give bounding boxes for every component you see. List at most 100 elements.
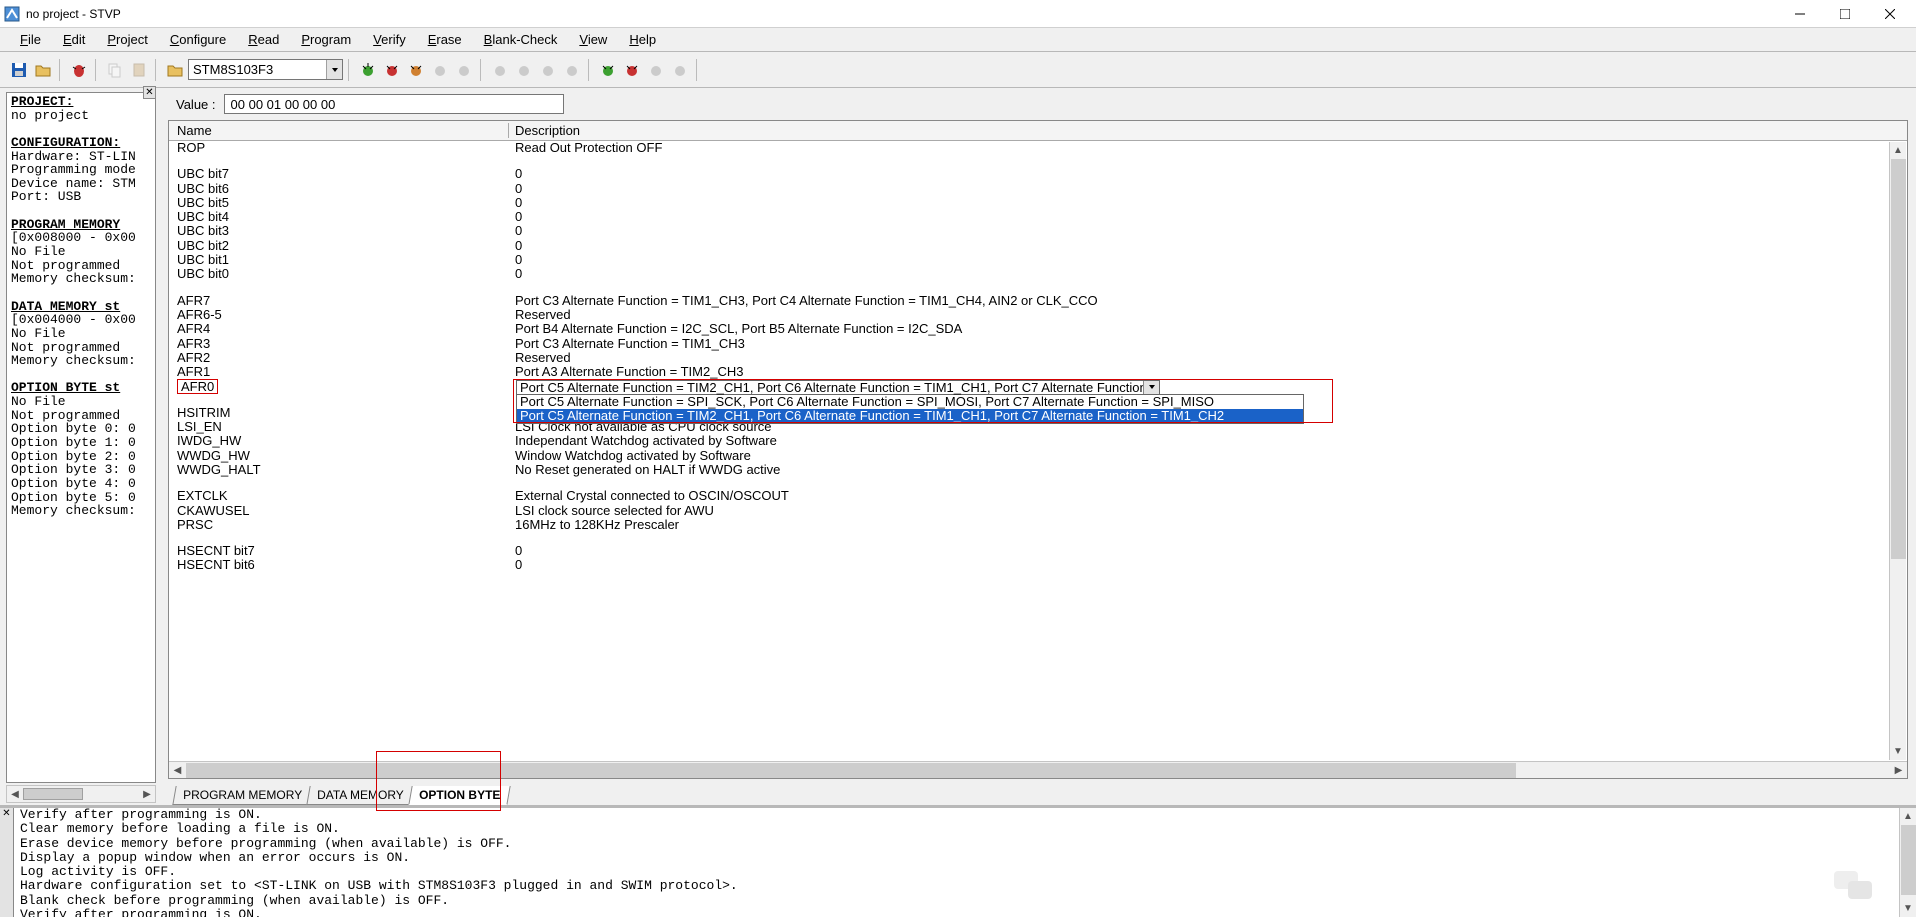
maximize-button[interactable] xyxy=(1822,0,1867,28)
device-select[interactable]: STM8S103F3 xyxy=(188,59,343,80)
memory-tabs: PROGRAM MEMORYDATA MEMORYOPTION BYTE xyxy=(168,781,1908,805)
menu-program[interactable]: Program xyxy=(291,30,361,49)
scroll-down-icon[interactable]: ▼ xyxy=(1900,900,1916,917)
paste-icon xyxy=(128,59,150,81)
ant-green2-icon[interactable] xyxy=(597,59,619,81)
grid-row[interactable]: CKAWUSELLSI clock source selected for AW… xyxy=(169,504,1907,518)
grid-header: Name Description xyxy=(169,121,1907,141)
app-icon xyxy=(4,6,20,22)
copy-icon xyxy=(104,59,126,81)
ant-disabled-6-icon xyxy=(561,59,583,81)
scroll-left-icon[interactable]: ◀ xyxy=(169,762,186,779)
dropdown-arrow-icon[interactable] xyxy=(326,60,342,79)
left-hscroll[interactable]: ◀ ▶ xyxy=(6,785,156,803)
grid-row[interactable]: UBC bit60 xyxy=(169,182,1907,196)
ant-disabled-2-icon xyxy=(453,59,475,81)
title-bar: no project - STVP xyxy=(0,0,1916,28)
ant-disabled-3-icon xyxy=(489,59,511,81)
bug-red-icon[interactable] xyxy=(68,59,90,81)
afr0-dropdown-list[interactable]: Port C5 Alternate Function = SPI_SCK, Po… xyxy=(516,394,1304,424)
dropdown-arrow-icon[interactable] xyxy=(1143,381,1159,394)
minimize-button[interactable] xyxy=(1777,0,1822,28)
grid-row[interactable]: HSECNT bit60 xyxy=(169,558,1907,572)
grid-row[interactable]: UBC bit50 xyxy=(169,196,1907,210)
open-icon[interactable] xyxy=(32,59,54,81)
log-close-icon[interactable]: ✕ xyxy=(0,808,14,917)
ant-red-icon[interactable] xyxy=(381,59,403,81)
scroll-down-icon[interactable]: ▼ xyxy=(1890,743,1907,760)
afr0-selected: Port C5 Alternate Function = TIM2_CH1, P… xyxy=(517,380,1143,395)
menu-help[interactable]: Help xyxy=(619,30,666,49)
option-byte-grid: Name Description ROPRead Out Protection … xyxy=(168,120,1908,779)
grid-row[interactable]: UBC bit20 xyxy=(169,239,1907,253)
panel-close-icon[interactable]: ✕ xyxy=(143,86,156,99)
scroll-right-icon[interactable]: ▶ xyxy=(1890,762,1907,779)
menu-configure[interactable]: Configure xyxy=(160,30,236,49)
grid-vscroll[interactable]: ▲ ▼ xyxy=(1889,142,1906,760)
log-output: Verify after programming is ON. Clear me… xyxy=(14,808,1899,917)
grid-row[interactable]: HSECNT bit70 xyxy=(169,544,1907,558)
afr0-option[interactable]: Port C5 Alternate Function = SPI_SCK, Po… xyxy=(517,395,1303,409)
scroll-thumb[interactable] xyxy=(23,788,83,800)
device-select-value: STM8S103F3 xyxy=(193,62,273,77)
log-vscroll[interactable]: ▲ ▼ xyxy=(1899,808,1916,917)
menu-view[interactable]: View xyxy=(569,30,617,49)
col-header-desc[interactable]: Description xyxy=(509,123,1907,138)
window-title: no project - STVP xyxy=(26,7,121,21)
grid-row[interactable]: UBC bit70 xyxy=(169,167,1907,181)
project-info-panel: PROJECT: no project CONFIGURATION: Hardw… xyxy=(6,92,156,783)
grid-row[interactable]: AFR3Port C3 Alternate Function = TIM1_CH… xyxy=(169,337,1907,351)
afr0-name: AFR0 xyxy=(177,379,218,394)
close-button[interactable] xyxy=(1867,0,1912,28)
grid-row[interactable]: PRSC16MHz to 128KHz Prescaler xyxy=(169,518,1907,532)
menu-file[interactable]: File xyxy=(10,30,51,49)
grid-row[interactable]: AFR1Port A3 Alternate Function = TIM2_CH… xyxy=(169,365,1907,379)
active-tab-highlight xyxy=(376,751,501,811)
afr0-option[interactable]: Port C5 Alternate Function = TIM2_CH1, P… xyxy=(517,409,1303,423)
menu-read[interactable]: Read xyxy=(238,30,289,49)
menu-verify[interactable]: Verify xyxy=(363,30,416,49)
ant-disabled-7-icon xyxy=(645,59,667,81)
grid-row[interactable]: ROPRead Out Protection OFF xyxy=(169,141,1907,155)
scroll-thumb[interactable] xyxy=(1891,159,1906,559)
menu-edit[interactable]: Edit xyxy=(53,30,95,49)
menu-erase[interactable]: Erase xyxy=(418,30,472,49)
ant-disabled-1-icon xyxy=(429,59,451,81)
value-label: Value : xyxy=(176,97,216,112)
ant-disabled-8-icon xyxy=(669,59,691,81)
col-header-name[interactable]: Name xyxy=(169,123,509,138)
ant-disabled-5-icon xyxy=(537,59,559,81)
grid-row[interactable]: UBC bit10 xyxy=(169,253,1907,267)
menu-blank-check[interactable]: Blank-Check xyxy=(474,30,568,49)
scroll-right-icon[interactable]: ▶ xyxy=(139,786,155,802)
value-input[interactable]: 00 00 01 00 00 00 xyxy=(224,94,564,114)
tab-program-memory[interactable]: PROGRAM MEMORY xyxy=(172,786,312,805)
menu-bar: FileEditProjectConfigureReadProgramVerif… xyxy=(0,28,1916,52)
ant-red2-icon[interactable] xyxy=(621,59,643,81)
grid-row[interactable]: UBC bit30 xyxy=(169,224,1907,238)
grid-row[interactable]: WWDG_HWWindow Watchdog activated by Soft… xyxy=(169,449,1907,463)
log-pane: ✕ Verify after programming is ON. Clear … xyxy=(0,805,1916,917)
scroll-up-icon[interactable]: ▲ xyxy=(1890,142,1907,159)
toolbar: STM8S103F3 xyxy=(0,52,1916,88)
grid-row[interactable]: AFR4Port B4 Alternate Function = I2C_SCL… xyxy=(169,322,1907,336)
grid-row[interactable]: UBC bit40 xyxy=(169,210,1907,224)
afr0-dropdown[interactable]: Port C5 Alternate Function = TIM2_CH1, P… xyxy=(516,380,1160,424)
grid-row[interactable]: AFR2Reserved xyxy=(169,351,1907,365)
scroll-thumb[interactable] xyxy=(1901,825,1916,895)
grid-row[interactable]: WWDG_HALTNo Reset generated on HALT if W… xyxy=(169,463,1907,477)
ant-green-icon[interactable] xyxy=(357,59,379,81)
scroll-up-icon[interactable]: ▲ xyxy=(1900,808,1916,825)
ant-disabled-4-icon xyxy=(513,59,535,81)
open2-icon[interactable] xyxy=(164,59,186,81)
menu-project[interactable]: Project xyxy=(97,30,157,49)
save-icon[interactable] xyxy=(8,59,30,81)
scroll-left-icon[interactable]: ◀ xyxy=(7,786,23,802)
grid-row[interactable]: AFR7Port C3 Alternate Function = TIM1_CH… xyxy=(169,294,1907,308)
grid-row[interactable]: EXTCLKExternal Crystal connected to OSCI… xyxy=(169,489,1907,503)
value-input-text: 00 00 01 00 00 00 xyxy=(231,97,336,112)
ant-orange-icon[interactable] xyxy=(405,59,427,81)
grid-row[interactable]: AFR6-5Reserved xyxy=(169,308,1907,322)
grid-row[interactable]: UBC bit00 xyxy=(169,267,1907,281)
grid-row[interactable]: IWDG_HWIndependant Watchdog activated by… xyxy=(169,434,1907,448)
